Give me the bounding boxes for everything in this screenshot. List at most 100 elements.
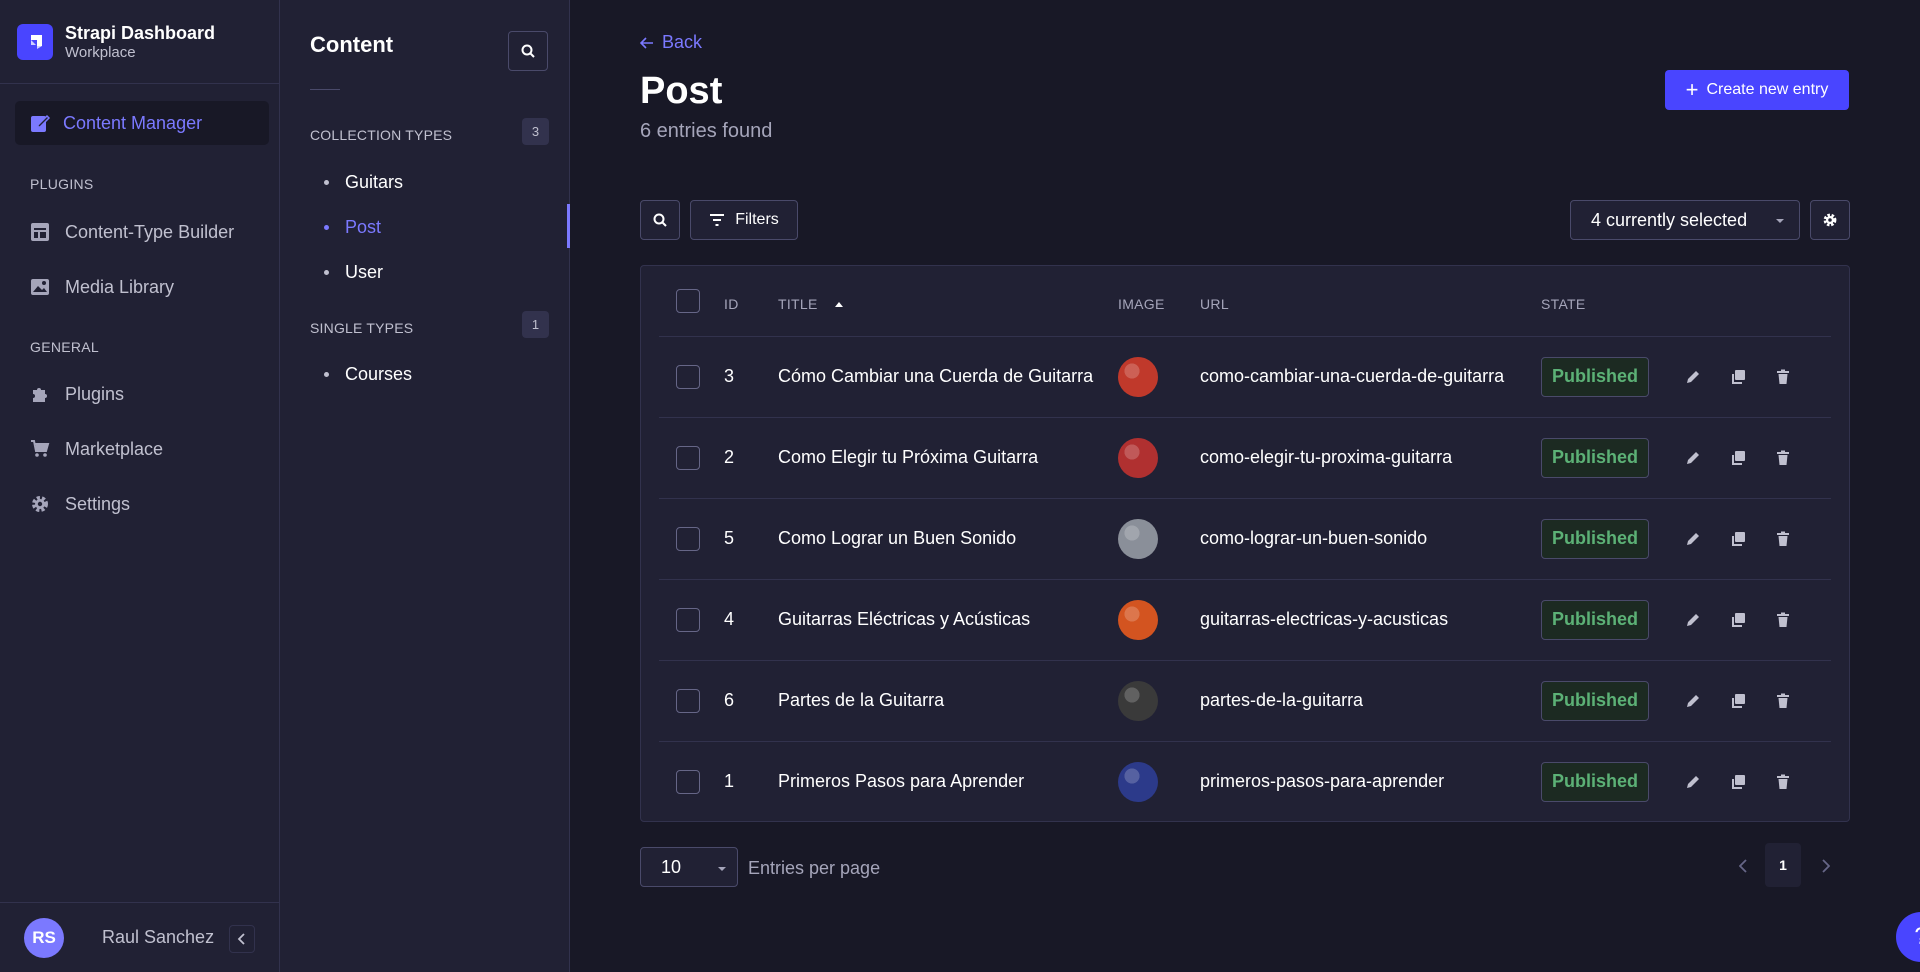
nav-item-label: Media Library — [65, 276, 175, 297]
edit-button[interactable] — [1682, 660, 1704, 741]
column-header-title[interactable]: TITLE — [778, 296, 844, 312]
entries-table: ID TITLE IMAGE URL STATE 3 Cómo Cambiar u… — [640, 265, 1850, 822]
trash-icon — [1772, 447, 1794, 469]
edit-button[interactable] — [1682, 741, 1704, 822]
subnav-search-button[interactable] — [508, 31, 548, 71]
row-checkbox[interactable] — [676, 336, 700, 417]
row-checkbox[interactable] — [676, 741, 700, 822]
column-header-url[interactable]: URL — [1200, 296, 1229, 312]
nav-item-content-type-builder[interactable]: Content-Type Builder — [29, 218, 234, 246]
subnav-title: Content — [310, 32, 394, 57]
collection-types-heading[interactable]: COLLECTION TYPES — [310, 127, 452, 143]
edit-button[interactable] — [1682, 417, 1704, 498]
nav-item-media-library[interactable]: Media Library — [29, 273, 174, 301]
duplicate-button[interactable] — [1727, 417, 1749, 498]
main-navigation: Strapi Dashboard Workplace Content Manag… — [0, 0, 280, 972]
column-header-state[interactable]: STATE — [1541, 296, 1586, 312]
delete-button[interactable] — [1772, 660, 1794, 741]
edit-button[interactable] — [1682, 498, 1704, 579]
row-checkbox[interactable] — [676, 660, 700, 741]
next-page-button[interactable] — [1813, 853, 1839, 879]
table-row[interactable]: 1 Primeros Pasos para Aprender primeros-pa… — [641, 741, 1849, 822]
table-row[interactable]: 5 Como Lograr un Buen Sonido como-lograr-u… — [641, 498, 1849, 579]
nav-item-content-manager[interactable]: Content Manager — [15, 101, 269, 145]
table-row[interactable]: 2 Como Elegir tu Próxima Guitarra como-ele… — [641, 417, 1849, 498]
nav-item-plugins[interactable]: Plugins — [29, 380, 124, 408]
row-checkbox[interactable] — [676, 579, 700, 660]
table-search-button[interactable] — [640, 200, 680, 240]
entries-per-page-select[interactable]: 10 — [640, 847, 738, 887]
status-badge: Published — [1541, 437, 1650, 478]
delete-button[interactable] — [1772, 579, 1794, 660]
subnav-item-guitars[interactable]: Guitars — [324, 172, 403, 193]
nav-item-marketplace[interactable]: Marketplace — [29, 435, 163, 463]
content-subnav: Content COLLECTION TYPES 3 Guitars Post … — [280, 0, 570, 972]
trash-icon — [1772, 528, 1794, 550]
row-checkbox[interactable] — [676, 417, 700, 498]
bullet — [324, 270, 329, 275]
table-row[interactable]: 6 Partes de la Guitarra partes-de-la-guita… — [641, 660, 1849, 741]
subnav-item-label: Guitars — [345, 172, 404, 192]
table-header: ID TITLE IMAGE URL STATE — [641, 266, 1849, 336]
image-icon — [29, 276, 51, 298]
row-image — [1118, 417, 1158, 498]
collapse-nav-button[interactable] — [229, 925, 255, 953]
row-checkbox[interactable] — [676, 498, 700, 579]
chevron-left-icon — [1739, 859, 1747, 873]
single-types-heading[interactable]: SINGLE TYPES — [310, 320, 413, 336]
collection-types-count: 3 — [522, 118, 549, 145]
table-row[interactable]: 3 Cómo Cambiar una Cuerda de Guitarra como… — [641, 336, 1849, 417]
filters-button[interactable]: Filters — [690, 200, 798, 240]
duplicate-icon — [1727, 366, 1749, 388]
row-state: Published — [1541, 336, 1650, 417]
subnav-item-user[interactable]: User — [324, 262, 383, 283]
previous-page-button[interactable] — [1730, 853, 1756, 879]
delete-button[interactable] — [1772, 417, 1794, 498]
page-button-current[interactable]: 1 — [1765, 843, 1801, 887]
edit-button[interactable] — [1682, 336, 1704, 417]
nav-item-label: Plugins — [65, 383, 125, 404]
table-settings-button[interactable] — [1810, 200, 1850, 240]
avatar[interactable]: RS — [24, 917, 64, 958]
duplicate-button[interactable] — [1727, 336, 1749, 417]
delete-button[interactable] — [1772, 741, 1794, 822]
create-new-entry-button[interactable]: + Create new entry — [1665, 70, 1849, 110]
bullet — [324, 180, 329, 185]
column-header-id[interactable]: ID — [724, 296, 739, 312]
row-url: como-elegir-tu-proxima-guitarra — [1200, 447, 1453, 467]
pencil-icon — [1682, 771, 1704, 793]
back-link[interactable]: Back — [640, 32, 702, 53]
nav-section-plugins: PLUGINS — [30, 176, 94, 192]
row-state: Published — [1541, 417, 1650, 498]
duplicate-button[interactable] — [1727, 498, 1749, 579]
help-button[interactable]: ? — [1896, 912, 1920, 962]
subnav-item-courses[interactable]: Courses — [324, 364, 412, 385]
edit-button[interactable] — [1682, 579, 1704, 660]
sort-ascending-icon — [834, 302, 843, 307]
duplicate-button[interactable] — [1727, 660, 1749, 741]
select-all-checkbox[interactable] — [676, 289, 700, 313]
pencil-icon — [1682, 447, 1704, 469]
row-title: Como Lograr un Buen Sonido — [778, 528, 1017, 548]
column-header-title-label: TITLE — [778, 296, 818, 312]
subnav-item-post[interactable]: Post — [324, 217, 381, 238]
table-row[interactable]: 4 Guitarras Eléctricas y Acústicas guitarr… — [641, 579, 1849, 660]
subnav-item-label: Post — [345, 217, 382, 237]
bullet — [324, 372, 329, 377]
columns-select[interactable]: 4 currently selected — [1570, 200, 1800, 240]
delete-button[interactable] — [1772, 336, 1794, 417]
cart-icon — [29, 438, 51, 460]
row-state: Published — [1541, 579, 1650, 660]
caret-down-icon — [1776, 219, 1784, 223]
row-id: 3 — [724, 366, 735, 386]
user-profile: RS Raul Sanchez — [0, 902, 280, 972]
bullet — [324, 225, 329, 230]
delete-button[interactable] — [1772, 498, 1794, 579]
pencil-icon — [1682, 609, 1704, 631]
duplicate-button[interactable] — [1727, 741, 1749, 822]
content-manager-icon — [29, 112, 51, 134]
duplicate-button[interactable] — [1727, 579, 1749, 660]
nav-item-settings[interactable]: Settings — [29, 490, 130, 518]
row-image — [1118, 336, 1158, 417]
column-header-image[interactable]: IMAGE — [1118, 296, 1165, 312]
